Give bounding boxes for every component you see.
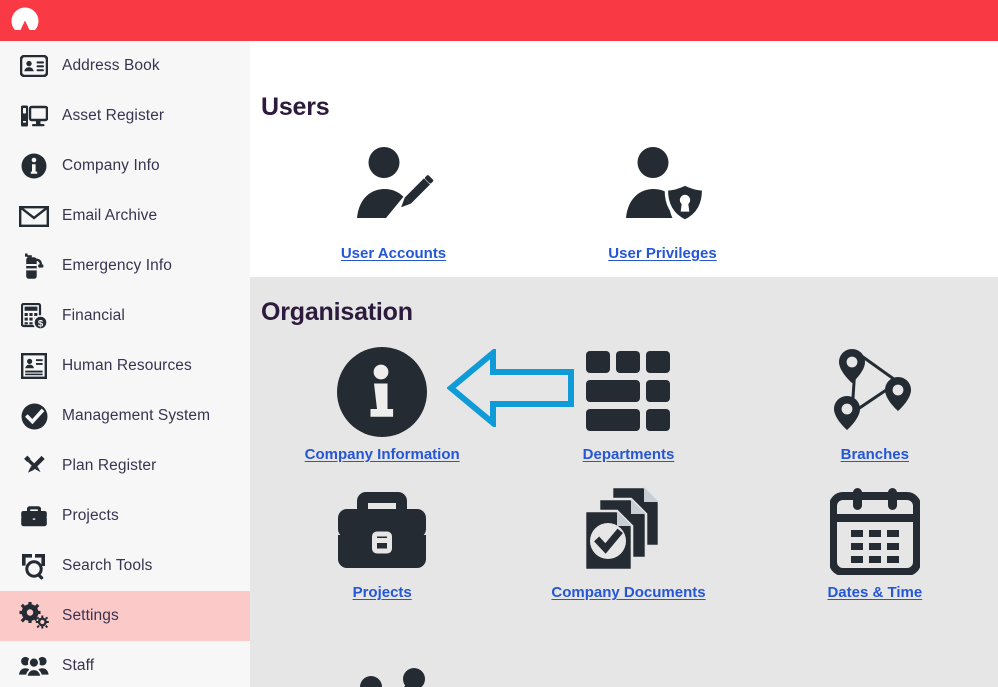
section-title: Organisation bbox=[261, 298, 413, 326]
sidebar-item-label: Asset Register bbox=[62, 107, 165, 124]
tile-company-documents[interactable]: Company Documents bbox=[505, 479, 751, 601]
organisation-tile-row-3 bbox=[250, 617, 998, 687]
contact-card-icon bbox=[17, 49, 51, 83]
sidebar-item-label: Plan Register bbox=[62, 457, 157, 474]
tile-label: Company Documents bbox=[551, 584, 706, 601]
sidebar-navigation: Address Book Asset Register Company Info… bbox=[0, 41, 250, 687]
main-content: Users User Accounts User Privileges Orga… bbox=[250, 41, 998, 687]
info-circle-icon bbox=[337, 341, 428, 437]
user-pencil-icon bbox=[346, 140, 442, 236]
drafting-tools-icon bbox=[17, 449, 51, 483]
tile-user-privileges[interactable]: User Privileges bbox=[528, 140, 797, 262]
check-circle-icon bbox=[17, 399, 51, 433]
sidebar-item-label: Projects bbox=[62, 507, 119, 524]
briefcase-icon bbox=[17, 499, 51, 533]
computer-tower-icon bbox=[17, 99, 51, 133]
sidebar-item-label: Email Archive bbox=[62, 207, 158, 224]
people-group-icon bbox=[17, 649, 51, 683]
sidebar-item-plan-register[interactable]: Plan Register bbox=[0, 441, 250, 491]
sidebar-item-label: Staff bbox=[62, 657, 95, 674]
sidebar-item-search-tools[interactable]: Search Tools bbox=[0, 541, 250, 591]
tile-label: User Accounts bbox=[340, 245, 447, 262]
application-window: Address Book Asset Register Company Info… bbox=[0, 0, 998, 687]
id-card-icon bbox=[17, 349, 51, 383]
info-circle-icon bbox=[17, 149, 51, 183]
dome-logo-icon[interactable] bbox=[10, 6, 40, 36]
tile-node-graph[interactable] bbox=[259, 617, 528, 687]
top-header-bar bbox=[0, 0, 998, 41]
sidebar-item-label: Financial bbox=[62, 307, 125, 324]
block-grid-icon bbox=[583, 341, 673, 437]
sidebar-item-staff[interactable]: Staff bbox=[0, 641, 250, 687]
map-pins-network-icon bbox=[830, 341, 920, 437]
sidebar-item-financial[interactable]: $ Financial bbox=[0, 291, 250, 341]
sidebar-item-settings[interactable]: Settings bbox=[0, 591, 250, 641]
tile-label: Projects bbox=[352, 584, 412, 601]
sidebar-item-company-info[interactable]: Company Info bbox=[0, 141, 250, 191]
sidebar-item-email-archive[interactable]: Email Archive bbox=[0, 191, 250, 241]
documents-check-icon bbox=[582, 479, 674, 575]
users-tile-row: User Accounts User Privileges bbox=[250, 140, 998, 262]
book-search-icon bbox=[17, 549, 51, 583]
user-shield-lock-icon bbox=[615, 140, 711, 236]
tile-user-accounts[interactable]: User Accounts bbox=[259, 140, 528, 262]
tile-company-information[interactable]: Company Information bbox=[259, 341, 505, 463]
sidebar-item-label: Settings bbox=[62, 607, 119, 624]
envelope-icon bbox=[17, 199, 51, 233]
node-graph-icon bbox=[349, 617, 439, 687]
briefcase-icon bbox=[336, 479, 428, 575]
sidebar-item-human-resources[interactable]: Human Resources bbox=[0, 341, 250, 391]
sidebar-item-label: Emergency Info bbox=[62, 257, 172, 274]
tile-projects[interactable]: Projects bbox=[259, 479, 505, 601]
fire-extinguisher-icon bbox=[17, 249, 51, 283]
section-title: Users bbox=[261, 93, 330, 121]
tile-label: Departments bbox=[582, 446, 675, 463]
tile-dates-and-time[interactable]: Dates & Time bbox=[752, 479, 998, 601]
sidebar-item-label: Management System bbox=[62, 407, 211, 424]
tile-label: User Privileges bbox=[608, 245, 717, 262]
sidebar-item-label: Address Book bbox=[62, 57, 160, 74]
sidebar-item-projects[interactable]: Projects bbox=[0, 491, 250, 541]
calculator-dollar-icon: $ bbox=[17, 299, 51, 333]
sidebar-item-label: Human Resources bbox=[62, 357, 192, 374]
tile-branches[interactable]: Branches bbox=[752, 341, 998, 463]
section-users: Users User Accounts User Privileges bbox=[250, 41, 998, 277]
tile-label: Company Information bbox=[304, 446, 460, 463]
tile-departments[interactable]: Departments bbox=[505, 341, 751, 463]
organisation-tile-row-2: Projects Company Documents Dates & Time bbox=[250, 479, 998, 601]
sidebar-item-management-system[interactable]: Management System bbox=[0, 391, 250, 441]
section-organisation: Organisation Company Information Departm… bbox=[250, 277, 998, 687]
sidebar-item-asset-register[interactable]: Asset Register bbox=[0, 91, 250, 141]
tile-label: Dates & Time bbox=[827, 584, 923, 601]
tile-label: Branches bbox=[840, 446, 909, 463]
sidebar-item-emergency-info[interactable]: Emergency Info bbox=[0, 241, 250, 291]
body-split: Address Book Asset Register Company Info… bbox=[0, 41, 998, 687]
gears-icon bbox=[17, 599, 51, 633]
calendar-icon bbox=[829, 479, 920, 575]
svg-text:$: $ bbox=[37, 318, 43, 329]
organisation-tile-row-1: Company Information Departments Branches bbox=[250, 341, 998, 463]
sidebar-item-address-book[interactable]: Address Book bbox=[0, 41, 250, 91]
sidebar-item-label: Company Info bbox=[62, 157, 160, 174]
sidebar-item-label: Search Tools bbox=[62, 557, 153, 574]
